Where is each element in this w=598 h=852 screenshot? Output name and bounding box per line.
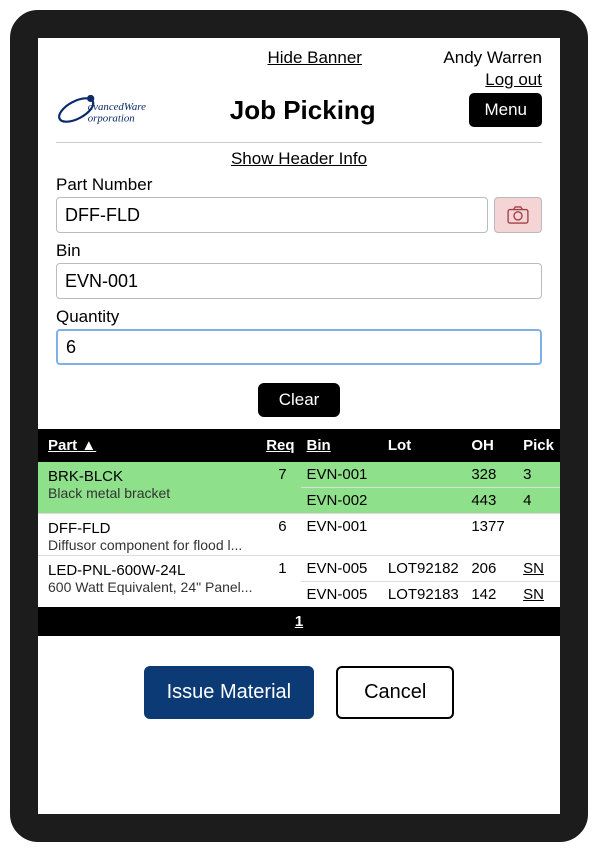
pick-cell <box>517 514 560 556</box>
onhand-cell: 443 <box>465 488 517 514</box>
lot-cell <box>382 514 465 556</box>
camera-button[interactable] <box>494 197 542 233</box>
col-req[interactable]: Req <box>259 429 301 462</box>
onhand-cell: 1377 <box>465 514 517 556</box>
onhand-cell: 142 <box>465 582 517 608</box>
lot-cell: LOT92183 <box>382 582 465 608</box>
onhand-cell: 206 <box>465 556 517 582</box>
part-description: 600 Watt Equivalent, 24" Panel... <box>48 579 253 595</box>
req-qty: 1 <box>259 556 301 608</box>
col-bin[interactable]: Bin <box>301 429 382 462</box>
bin-cell: EVN-005 <box>301 556 382 582</box>
picking-table: Part ▲ Req Bin Lot OH Pick BRK-BLCKBlack… <box>38 429 560 636</box>
pick-cell[interactable]: SN <box>517 556 560 582</box>
camera-icon <box>507 206 529 224</box>
bin-label: Bin <box>56 241 542 261</box>
tablet-frame: Hide Banner Andy Warren Log out dvancedW… <box>10 10 588 842</box>
lot-cell <box>382 462 465 488</box>
pick-cell[interactable]: SN <box>517 582 560 608</box>
menu-button[interactable]: Menu <box>469 93 542 127</box>
lot-cell: LOT92182 <box>382 556 465 582</box>
part-number-label: Part Number <box>56 175 542 195</box>
page-number[interactable]: 1 <box>38 607 560 636</box>
col-lot: Lot <box>382 429 465 462</box>
lot-cell <box>382 488 465 514</box>
clear-button[interactable]: Clear <box>258 383 341 417</box>
table-row[interactable]: LED-PNL-600W-24L600 Watt Equivalent, 24"… <box>38 556 560 582</box>
pick-cell: 3 <box>517 462 560 488</box>
part-number: DFF-FLD <box>48 520 253 537</box>
page-title: Job Picking <box>136 95 469 126</box>
user-name: Andy Warren <box>443 48 542 68</box>
quantity-input[interactable] <box>56 329 542 365</box>
onhand-cell: 328 <box>465 462 517 488</box>
show-header-link[interactable]: Show Header Info <box>56 149 542 169</box>
part-number: LED-PNL-600W-24L <box>48 562 253 579</box>
col-oh: OH <box>465 429 517 462</box>
part-number: BRK-BLCK <box>48 468 253 485</box>
cancel-button[interactable]: Cancel <box>336 666 454 719</box>
table-row[interactable]: BRK-BLCKBlack metal bracket7EVN-0013283 <box>38 462 560 488</box>
screen: Hide Banner Andy Warren Log out dvancedW… <box>38 38 560 814</box>
part-description: Black metal bracket <box>48 485 253 501</box>
part-description: Diffusor component for flood l... <box>48 537 253 553</box>
part-number-input[interactable] <box>56 197 488 233</box>
quantity-label: Quantity <box>56 307 542 327</box>
bin-input[interactable] <box>56 263 542 299</box>
bin-cell: EVN-001 <box>301 462 382 488</box>
svg-text:orporation: orporation <box>88 113 135 125</box>
table-row[interactable]: DFF-FLDDiffusor component for flood l...… <box>38 514 560 556</box>
issue-material-button[interactable]: Issue Material <box>144 666 315 719</box>
req-qty: 6 <box>259 514 301 556</box>
col-part[interactable]: Part ▲ <box>38 429 259 462</box>
req-qty: 7 <box>259 462 301 514</box>
pick-cell: 4 <box>517 488 560 514</box>
col-pick: Pick <box>517 429 560 462</box>
bin-cell: EVN-002 <box>301 488 382 514</box>
logout-link[interactable]: Log out <box>443 70 542 90</box>
bin-cell: EVN-001 <box>301 514 382 556</box>
bin-cell: EVN-005 <box>301 582 382 608</box>
hide-banner-link[interactable]: Hide Banner <box>267 48 362 67</box>
